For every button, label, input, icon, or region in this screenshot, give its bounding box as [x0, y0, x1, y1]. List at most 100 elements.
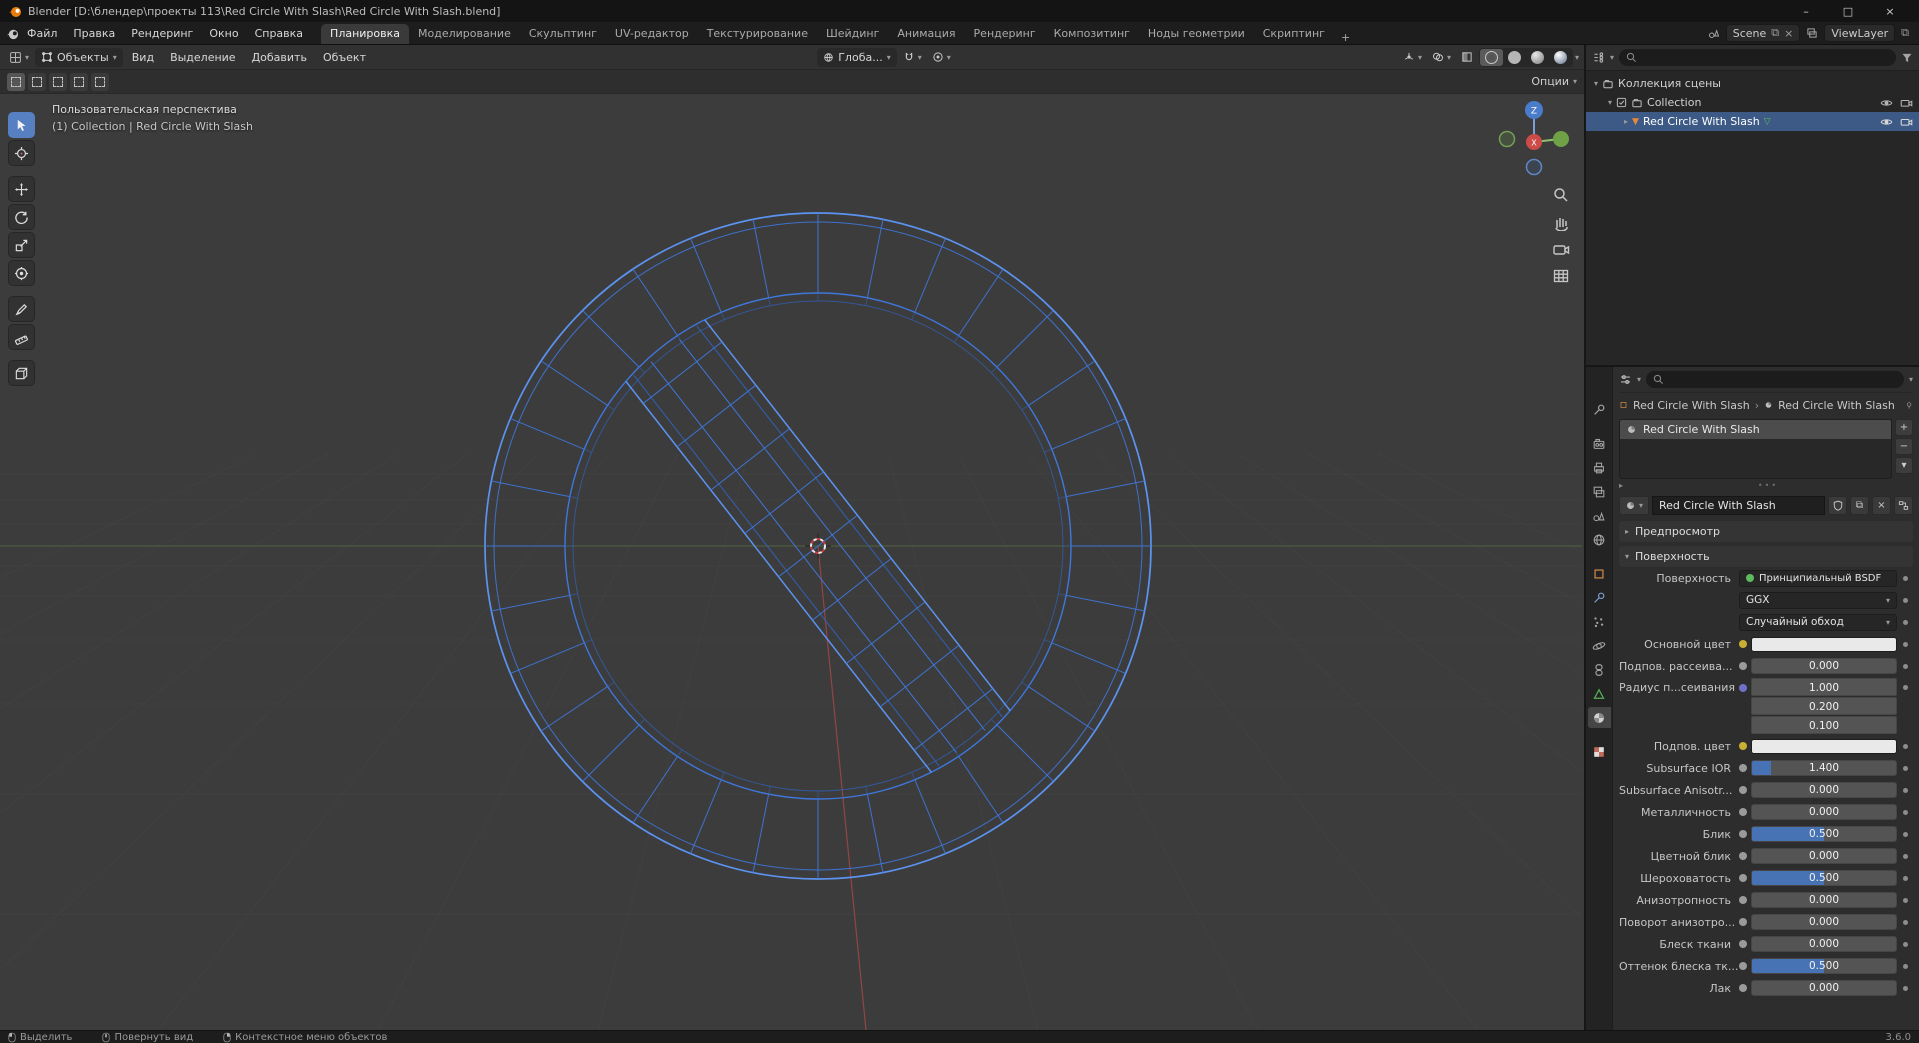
sheen-slider[interactable]: 0.000 — [1751, 936, 1897, 952]
tab-constraints[interactable] — [1588, 659, 1611, 680]
keyframe-dot-icon[interactable] — [1902, 963, 1908, 969]
new-scene-icon[interactable]: ⧉ — [1771, 26, 1779, 40]
material-slot-list[interactable]: Red Circle With Slash — [1619, 419, 1892, 479]
disable-render-camera-icon[interactable] — [1900, 97, 1913, 108]
breadcrumb-object[interactable]: Red Circle With Slash — [1633, 399, 1750, 412]
expand-icon[interactable]: ▾ — [1608, 98, 1612, 107]
properties-editor-icon[interactable] — [1619, 373, 1632, 386]
shading-solid-button[interactable] — [1503, 49, 1526, 66]
material-slot-item[interactable]: Red Circle With Slash — [1620, 420, 1891, 439]
material-name-field[interactable]: Red Circle With Slash — [1652, 495, 1825, 515]
pin-icon[interactable] — [1905, 400, 1913, 411]
show-gizmo-toggle[interactable]: ▾ — [1399, 49, 1426, 65]
shading-wireframe-button[interactable] — [1480, 48, 1503, 66]
menu-file[interactable]: Файл — [19, 27, 65, 40]
camera-view-icon[interactable] — [1552, 240, 1570, 258]
add-workspace-button[interactable]: + — [1334, 31, 1357, 44]
panel-surface[interactable]: ▾ Поверхность — [1619, 546, 1913, 567]
mode-select[interactable]: Объекты ▾ — [35, 47, 123, 67]
anisotropic-slider[interactable]: 0.000 — [1751, 892, 1897, 908]
xray-toggle[interactable] — [1457, 49, 1477, 65]
select-mode-subtract-button[interactable] — [49, 72, 67, 91]
keyframe-dot-icon[interactable] — [1902, 575, 1908, 581]
hide-eye-icon[interactable] — [1880, 117, 1893, 127]
keyframe-dot-icon[interactable] — [1902, 619, 1908, 625]
workspace-tab-modeling[interactable]: Моделирование — [409, 24, 520, 44]
menu-view[interactable]: Вид — [125, 51, 161, 64]
select-mode-new-button[interactable] — [7, 72, 25, 91]
workspace-tab-uv[interactable]: UV-редактор — [606, 24, 698, 44]
keyframe-dot-icon[interactable] — [1902, 985, 1908, 991]
outliner-row-object-selected[interactable]: ▸ ▼ Red Circle With Slash ▽ — [1586, 112, 1919, 131]
workspace-tab-sculpting[interactable]: Скульптинг — [520, 24, 606, 44]
navigation-gizmo[interactable]: Z X — [1490, 96, 1574, 180]
use-nodes-button[interactable] — [1894, 495, 1913, 515]
keyframe-dot-icon[interactable] — [1902, 875, 1908, 881]
specular-tint-slider[interactable]: 0.000 — [1751, 848, 1897, 864]
keyframe-dot-icon[interactable] — [1902, 787, 1908, 793]
properties-search-input[interactable] — [1646, 371, 1904, 388]
select-mode-invert-button[interactable] — [70, 72, 88, 91]
resize-grip[interactable]: ••• — [1623, 481, 1913, 490]
add-slot-button[interactable]: + — [1895, 419, 1913, 436]
menu-object[interactable]: Объект — [316, 51, 373, 64]
subsurface-ior-slider[interactable]: 1.400 — [1751, 760, 1897, 776]
zoom-icon[interactable] — [1552, 186, 1570, 204]
transform-orientation-select[interactable]: Глоба... ▾ — [817, 47, 897, 67]
tab-modifiers[interactable] — [1588, 587, 1611, 608]
blender-menu-icon[interactable] — [6, 27, 19, 40]
unlink-scene-icon[interactable]: × — [1784, 27, 1793, 40]
tool-measure[interactable] — [8, 324, 35, 350]
tab-object-data[interactable] — [1588, 683, 1611, 704]
workspace-tab-layout[interactable]: Планировка — [321, 24, 410, 44]
sss-method-select[interactable]: Случайный обход ▾ — [1739, 613, 1897, 631]
keyframe-dot-icon[interactable] — [1902, 597, 1908, 603]
tab-texture[interactable] — [1588, 741, 1611, 762]
menu-add[interactable]: Добавить — [245, 51, 314, 64]
remove-slot-button[interactable]: − — [1895, 438, 1913, 455]
disable-render-camera-icon[interactable] — [1900, 116, 1913, 127]
menu-window[interactable]: Окно — [201, 27, 246, 40]
tab-render[interactable] — [1588, 433, 1611, 454]
expand-icon[interactable]: ▸ — [1624, 117, 1628, 126]
outliner-search-input[interactable] — [1619, 49, 1896, 66]
fake-user-button[interactable] — [1828, 495, 1847, 515]
scene-browse-icon[interactable] — [1708, 27, 1720, 39]
tab-physics[interactable] — [1588, 635, 1611, 656]
workspace-tab-compositing[interactable]: Композитинг — [1045, 24, 1139, 44]
tool-options-dropdown[interactable]: Опции ▾ — [1531, 75, 1577, 88]
scene-selector[interactable]: Scene ⧉ × — [1725, 24, 1801, 42]
metallic-slider[interactable]: 0.000 — [1751, 804, 1897, 820]
workspace-tab-rendering[interactable]: Рендеринг — [965, 24, 1045, 44]
menu-edit[interactable]: Правка — [65, 27, 123, 40]
shading-material-button[interactable] — [1526, 49, 1549, 66]
outliner-editor-icon[interactable] — [1592, 51, 1605, 64]
keyframe-dot-icon[interactable] — [1902, 743, 1908, 749]
snap-toggle[interactable]: ▾ — [899, 49, 926, 65]
menu-select[interactable]: Выделение — [163, 51, 243, 64]
keyframe-dot-icon[interactable] — [1902, 663, 1908, 669]
new-viewlayer-icon[interactable]: ⧉ — [1901, 26, 1909, 40]
keyframe-dot-icon[interactable] — [1902, 831, 1908, 837]
roughness-slider[interactable]: 0.500 — [1751, 870, 1897, 886]
tab-view-layer[interactable] — [1588, 481, 1611, 502]
browse-material-button[interactable]: ▾ — [1619, 495, 1650, 515]
chevron-down-icon[interactable]: ▾ — [1575, 53, 1579, 62]
panel-preview[interactable]: ▸ Предпросмотр — [1619, 521, 1913, 542]
tool-add-cube[interactable] — [8, 360, 35, 386]
shading-rendered-button[interactable] — [1549, 49, 1572, 66]
pan-hand-icon[interactable] — [1552, 213, 1570, 231]
clearcoat-slider[interactable]: 0.000 — [1751, 980, 1897, 996]
filter-icon[interactable] — [1901, 52, 1913, 64]
maximize-button[interactable]: □ — [1827, 0, 1869, 22]
base-color-swatch[interactable] — [1751, 636, 1897, 652]
outliner-row-scene-collection[interactable]: ▾ Коллекция сцены — [1586, 74, 1919, 93]
keyframe-dot-icon[interactable] — [1902, 685, 1908, 690]
editor-type-button[interactable]: ▾ — [5, 49, 33, 66]
gizmo-y-axis[interactable] — [1553, 131, 1569, 147]
tool-scale[interactable] — [8, 232, 35, 258]
menu-render[interactable]: Рендеринг — [123, 27, 201, 40]
keyframe-dot-icon[interactable] — [1902, 853, 1908, 859]
tab-world[interactable] — [1588, 529, 1611, 550]
tab-scene[interactable] — [1588, 505, 1611, 526]
